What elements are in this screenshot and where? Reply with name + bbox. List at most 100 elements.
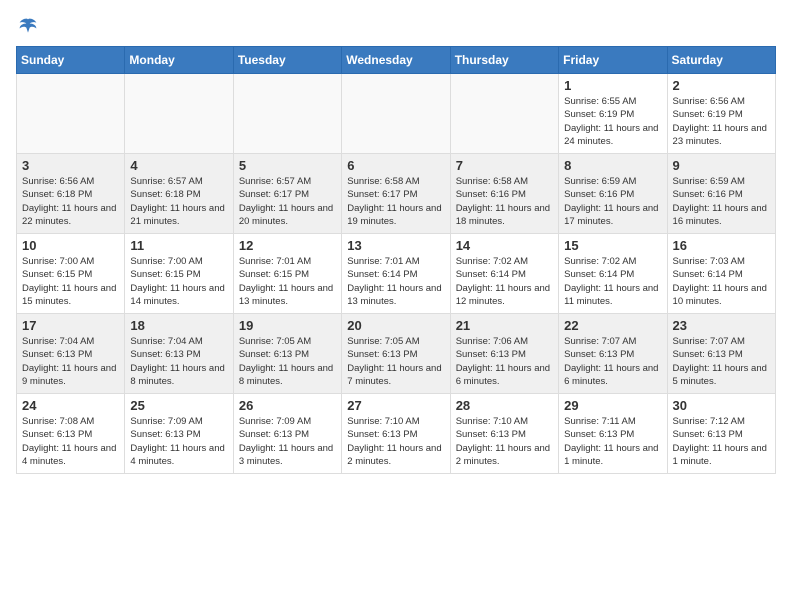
day-info: Sunrise: 6:58 AMSunset: 6:16 PMDaylight:… — [456, 175, 553, 228]
calendar-cell — [342, 74, 450, 154]
day-info: Sunrise: 7:00 AMSunset: 6:15 PMDaylight:… — [22, 255, 119, 308]
day-number: 9 — [673, 158, 770, 173]
day-info: Sunrise: 7:06 AMSunset: 6:13 PMDaylight:… — [456, 335, 553, 388]
day-number: 16 — [673, 238, 770, 253]
day-info: Sunrise: 7:09 AMSunset: 6:13 PMDaylight:… — [239, 415, 336, 468]
day-info: Sunrise: 7:09 AMSunset: 6:13 PMDaylight:… — [130, 415, 227, 468]
day-number: 17 — [22, 318, 119, 333]
calendar-cell: 13 Sunrise: 7:01 AMSunset: 6:14 PMDayligh… — [342, 234, 450, 314]
day-info: Sunrise: 7:10 AMSunset: 6:13 PMDaylight:… — [456, 415, 553, 468]
day-number: 24 — [22, 398, 119, 413]
day-number: 12 — [239, 238, 336, 253]
day-number: 19 — [239, 318, 336, 333]
day-info: Sunrise: 7:12 AMSunset: 6:13 PMDaylight:… — [673, 415, 770, 468]
day-number: 30 — [673, 398, 770, 413]
day-info: Sunrise: 7:03 AMSunset: 6:14 PMDaylight:… — [673, 255, 770, 308]
day-number: 7 — [456, 158, 553, 173]
day-info: Sunrise: 7:08 AMSunset: 6:13 PMDaylight:… — [22, 415, 119, 468]
day-number: 21 — [456, 318, 553, 333]
day-info: Sunrise: 6:56 AMSunset: 6:19 PMDaylight:… — [673, 95, 770, 148]
page-header — [16, 16, 776, 36]
column-header-sunday: Sunday — [17, 47, 125, 74]
calendar-cell: 2 Sunrise: 6:56 AMSunset: 6:19 PMDaylight… — [667, 74, 775, 154]
day-number: 5 — [239, 158, 336, 173]
day-info: Sunrise: 7:01 AMSunset: 6:15 PMDaylight:… — [239, 255, 336, 308]
calendar-cell: 20 Sunrise: 7:05 AMSunset: 6:13 PMDayligh… — [342, 314, 450, 394]
calendar-cell: 3 Sunrise: 6:56 AMSunset: 6:18 PMDaylight… — [17, 154, 125, 234]
day-info: Sunrise: 6:59 AMSunset: 6:16 PMDaylight:… — [564, 175, 661, 228]
day-info: Sunrise: 6:58 AMSunset: 6:17 PMDaylight:… — [347, 175, 444, 228]
calendar-cell: 11Sunrise: 7:00 AMSunset: 6:15 PMDayligh… — [125, 234, 233, 314]
day-number: 29 — [564, 398, 661, 413]
calendar-week-row: 24 Sunrise: 7:08 AMSunset: 6:13 PMDayligh… — [17, 394, 776, 474]
calendar-cell: 27 Sunrise: 7:10 AMSunset: 6:13 PMDayligh… — [342, 394, 450, 474]
day-info: Sunrise: 7:02 AMSunset: 6:14 PMDaylight:… — [456, 255, 553, 308]
calendar-cell — [233, 74, 341, 154]
calendar-cell: 25 Sunrise: 7:09 AMSunset: 6:13 PMDayligh… — [125, 394, 233, 474]
calendar-cell: 23 Sunrise: 7:07 AMSunset: 6:13 PMDayligh… — [667, 314, 775, 394]
day-number: 6 — [347, 158, 444, 173]
calendar-cell: 26 Sunrise: 7:09 AMSunset: 6:13 PMDayligh… — [233, 394, 341, 474]
calendar-cell: 6 Sunrise: 6:58 AMSunset: 6:17 PMDaylight… — [342, 154, 450, 234]
day-info: Sunrise: 7:01 AMSunset: 6:14 PMDaylight:… — [347, 255, 444, 308]
calendar-cell: 12 Sunrise: 7:01 AMSunset: 6:15 PMDayligh… — [233, 234, 341, 314]
day-number: 3 — [22, 158, 119, 173]
day-number: 22 — [564, 318, 661, 333]
calendar-week-row: 17 Sunrise: 7:04 AMSunset: 6:13 PMDayligh… — [17, 314, 776, 394]
calendar-cell: 22Sunrise: 7:07 AMSunset: 6:13 PMDayligh… — [559, 314, 667, 394]
calendar-table: SundayMondayTuesdayWednesdayThursdayFrid… — [16, 46, 776, 474]
day-info: Sunrise: 7:04 AMSunset: 6:13 PMDaylight:… — [22, 335, 119, 388]
calendar-cell: 1Sunrise: 6:55 AMSunset: 6:19 PMDaylight… — [559, 74, 667, 154]
day-info: Sunrise: 7:07 AMSunset: 6:13 PMDaylight:… — [673, 335, 770, 388]
calendar-cell: 9 Sunrise: 6:59 AMSunset: 6:16 PMDaylight… — [667, 154, 775, 234]
day-info: Sunrise: 7:04 AMSunset: 6:13 PMDaylight:… — [130, 335, 227, 388]
calendar-cell: 15Sunrise: 7:02 AMSunset: 6:14 PMDayligh… — [559, 234, 667, 314]
calendar-cell: 4 Sunrise: 6:57 AMSunset: 6:18 PMDaylight… — [125, 154, 233, 234]
calendar-cell: 18 Sunrise: 7:04 AMSunset: 6:13 PMDayligh… — [125, 314, 233, 394]
day-info: Sunrise: 6:56 AMSunset: 6:18 PMDaylight:… — [22, 175, 119, 228]
day-number: 18 — [130, 318, 227, 333]
day-number: 28 — [456, 398, 553, 413]
day-info: Sunrise: 6:57 AMSunset: 6:17 PMDaylight:… — [239, 175, 336, 228]
calendar-week-row: 1Sunrise: 6:55 AMSunset: 6:19 PMDaylight… — [17, 74, 776, 154]
calendar-cell: 17 Sunrise: 7:04 AMSunset: 6:13 PMDayligh… — [17, 314, 125, 394]
day-number: 13 — [347, 238, 444, 253]
column-header-monday: Monday — [125, 47, 233, 74]
calendar-cell — [17, 74, 125, 154]
day-number: 26 — [239, 398, 336, 413]
day-info: Sunrise: 6:55 AMSunset: 6:19 PMDaylight:… — [564, 95, 661, 148]
calendar-cell: 7 Sunrise: 6:58 AMSunset: 6:16 PMDaylight… — [450, 154, 558, 234]
calendar-cell: 14 Sunrise: 7:02 AMSunset: 6:14 PMDayligh… — [450, 234, 558, 314]
day-number: 27 — [347, 398, 444, 413]
day-number: 15 — [564, 238, 661, 253]
day-number: 25 — [130, 398, 227, 413]
day-number: 10 — [22, 238, 119, 253]
day-info: Sunrise: 7:05 AMSunset: 6:13 PMDaylight:… — [239, 335, 336, 388]
day-info: Sunrise: 7:11 AMSunset: 6:13 PMDaylight:… — [564, 415, 661, 468]
calendar-cell: 29 Sunrise: 7:11 AMSunset: 6:13 PMDayligh… — [559, 394, 667, 474]
day-number: 20 — [347, 318, 444, 333]
calendar-cell: 28 Sunrise: 7:10 AMSunset: 6:13 PMDayligh… — [450, 394, 558, 474]
day-number: 23 — [673, 318, 770, 333]
column-header-thursday: Thursday — [450, 47, 558, 74]
calendar-cell: 8 Sunrise: 6:59 AMSunset: 6:16 PMDaylight… — [559, 154, 667, 234]
day-info: Sunrise: 7:05 AMSunset: 6:13 PMDaylight:… — [347, 335, 444, 388]
calendar-cell: 21 Sunrise: 7:06 AMSunset: 6:13 PMDayligh… — [450, 314, 558, 394]
day-number: 14 — [456, 238, 553, 253]
day-info: Sunrise: 6:57 AMSunset: 6:18 PMDaylight:… — [130, 175, 227, 228]
column-header-friday: Friday — [559, 47, 667, 74]
day-info: Sunrise: 7:10 AMSunset: 6:13 PMDaylight:… — [347, 415, 444, 468]
day-number: 4 — [130, 158, 227, 173]
calendar-week-row: 10 Sunrise: 7:00 AMSunset: 6:15 PMDayligh… — [17, 234, 776, 314]
logo-bird-icon — [18, 16, 38, 36]
day-info: Sunrise: 6:59 AMSunset: 6:16 PMDaylight:… — [673, 175, 770, 228]
day-info: Sunrise: 7:00 AMSunset: 6:15 PMDaylight:… — [130, 255, 227, 308]
day-number: 2 — [673, 78, 770, 93]
calendar-cell: 19 Sunrise: 7:05 AMSunset: 6:13 PMDayligh… — [233, 314, 341, 394]
calendar-cell: 24 Sunrise: 7:08 AMSunset: 6:13 PMDayligh… — [17, 394, 125, 474]
day-number: 8 — [564, 158, 661, 173]
column-header-tuesday: Tuesday — [233, 47, 341, 74]
calendar-cell — [450, 74, 558, 154]
calendar-cell: 10 Sunrise: 7:00 AMSunset: 6:15 PMDayligh… — [17, 234, 125, 314]
column-header-wednesday: Wednesday — [342, 47, 450, 74]
